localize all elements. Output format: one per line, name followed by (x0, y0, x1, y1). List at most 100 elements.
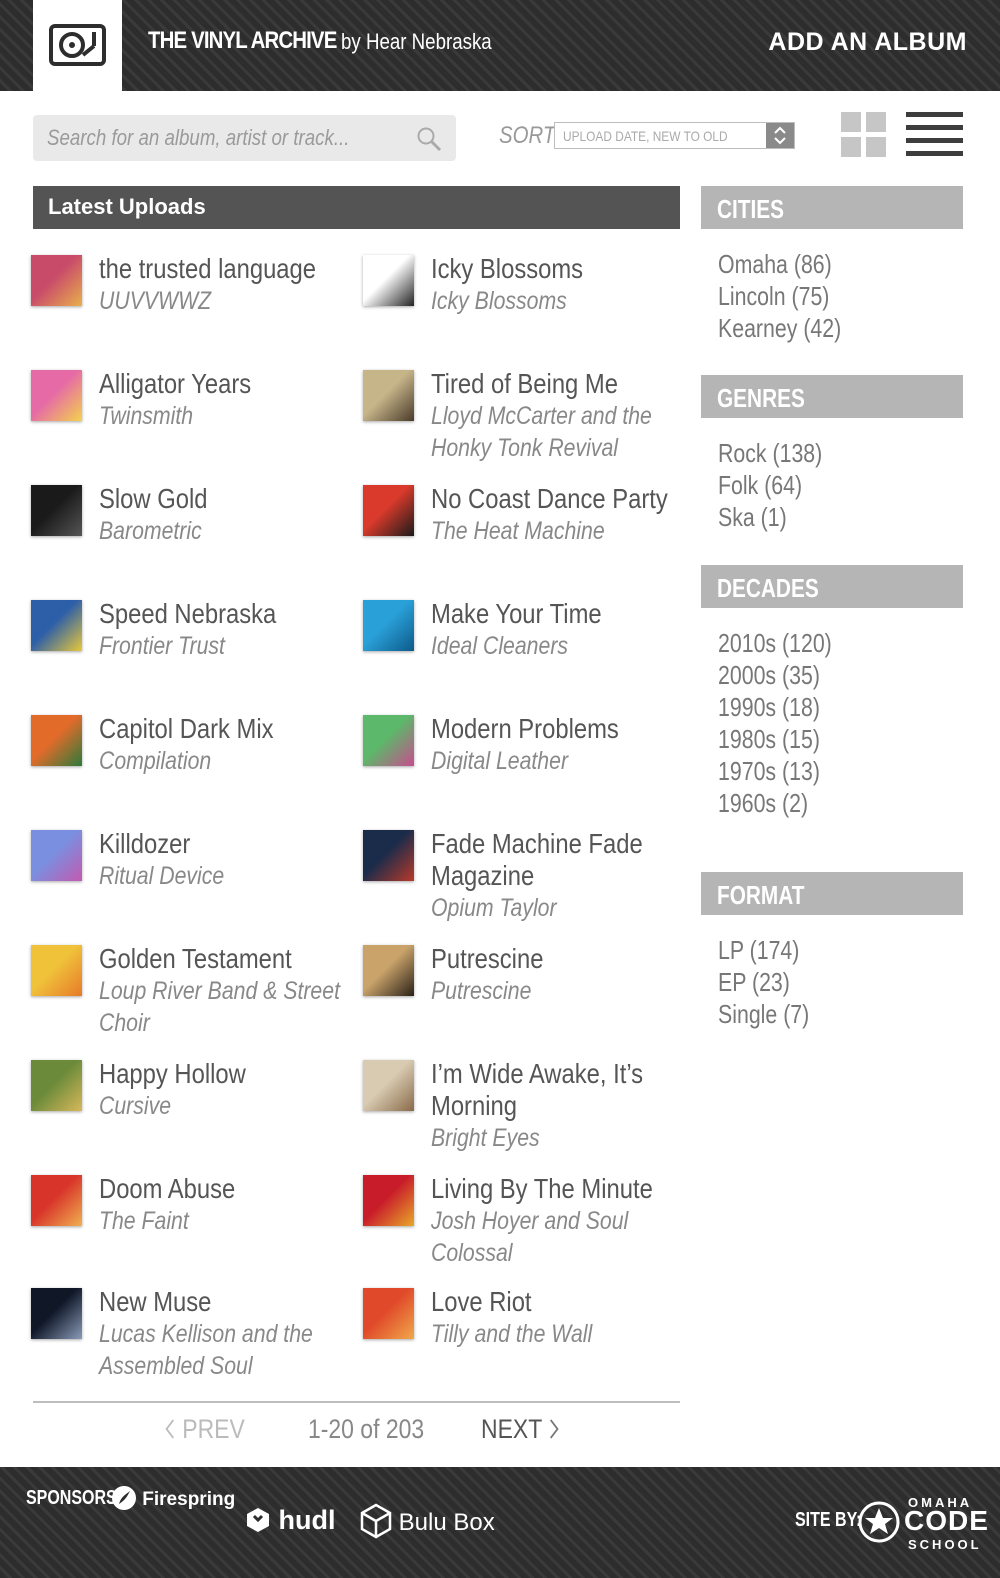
list-view-icon[interactable] (906, 112, 963, 158)
album-title[interactable]: Capitol Dark Mix (99, 713, 346, 745)
album-title[interactable]: Speed Nebraska (99, 598, 346, 630)
album-cover[interactable] (363, 600, 414, 651)
album-title[interactable]: Slow Gold (99, 483, 346, 515)
album-artist[interactable]: UUVVWWZ (99, 285, 346, 317)
album-title[interactable]: Modern Problems (431, 713, 678, 745)
format-item[interactable]: Single (7) (718, 998, 809, 1030)
album-cover[interactable] (363, 255, 414, 306)
add-album-button[interactable]: ADD AN ALBUM (768, 28, 967, 57)
search-input[interactable] (47, 123, 353, 153)
album-title[interactable]: No Coast Dance Party (431, 483, 678, 515)
album-artist[interactable]: Tilly and the Wall (431, 1318, 678, 1350)
album-cover[interactable] (31, 485, 82, 536)
album-artist[interactable]: Cursive (99, 1090, 346, 1122)
album-cover[interactable] (363, 945, 414, 996)
site-header: THE VINYL ARCHIVE by Hear Nebraska ADD A… (0, 0, 1000, 91)
album-title[interactable]: Tired of Being Me (431, 368, 678, 400)
city-item[interactable]: Lincoln (75) (718, 280, 841, 312)
album-cover[interactable] (363, 715, 414, 766)
album-artist[interactable]: Twinsmith (99, 400, 346, 432)
prev-button[interactable]: PREV (164, 1414, 245, 1445)
decade-item[interactable]: 1990s (18) (718, 691, 832, 723)
turntable-logo[interactable] (33, 0, 122, 91)
sort-select[interactable]: UPLOAD DATE, NEW TO OLD (554, 122, 795, 149)
album-artist[interactable]: Ritual Device (99, 860, 346, 892)
format-item[interactable]: LP (174) (718, 934, 809, 966)
album-cover[interactable] (363, 1288, 414, 1339)
album-title[interactable]: the trusted language (99, 253, 346, 285)
album-artist[interactable]: Josh Hoyer and Soul Colossal (431, 1205, 678, 1269)
album-artist[interactable]: The Faint (99, 1205, 346, 1237)
latest-uploads-header: Latest Uploads (33, 186, 680, 229)
album-artist[interactable]: Barometric (99, 515, 346, 547)
decade-item[interactable]: 1980s (15) (718, 723, 832, 755)
decade-item[interactable]: 2010s (120) (718, 627, 832, 659)
genre-item[interactable]: Ska (1) (718, 501, 822, 533)
format-title: FORMAT (717, 880, 805, 910)
turntable-icon (49, 24, 106, 66)
album-artist[interactable]: Digital Leather (431, 745, 678, 777)
site-title[interactable]: THE VINYL ARCHIVE by Hear Nebraska (148, 27, 492, 55)
album-cover[interactable] (31, 945, 82, 996)
album-artist[interactable]: Lloyd McCarter and the Honky Tonk Reviva… (431, 400, 678, 464)
album-artist[interactable]: Bright Eyes (431, 1122, 678, 1154)
decade-item[interactable]: 1960s (2) (718, 787, 832, 819)
album-artist[interactable]: The Heat Machine (431, 515, 678, 547)
city-item[interactable]: Omaha (86) (718, 248, 841, 280)
firespring-logo-icon (112, 1486, 136, 1510)
genre-item[interactable]: Rock (138) (718, 437, 822, 469)
album-cover[interactable] (31, 600, 82, 651)
decade-item[interactable]: 1970s (13) (718, 755, 832, 787)
next-button[interactable]: NEXT (481, 1414, 560, 1445)
album-cover[interactable] (31, 370, 82, 421)
album-cover[interactable] (31, 830, 82, 881)
album-title[interactable]: Golden Testament (99, 943, 346, 975)
decades-title: DECADES (717, 573, 819, 603)
album-artist[interactable]: Compilation (99, 745, 346, 777)
album-title[interactable]: Icky Blossoms (431, 253, 678, 285)
album-cover[interactable] (31, 255, 82, 306)
album-cover[interactable] (363, 830, 414, 881)
album-title[interactable]: Doom Abuse (99, 1173, 346, 1205)
sponsor-hudl[interactable]: hudl (245, 1505, 336, 1536)
album-title[interactable]: Killdozer (99, 828, 346, 860)
star-badge-icon (858, 1501, 900, 1543)
album-artist[interactable]: Icky Blossoms (431, 285, 678, 317)
album-cover[interactable] (363, 1175, 414, 1226)
album-title[interactable]: Happy Hollow (99, 1058, 346, 1090)
bulubox-logo-icon (360, 1503, 392, 1539)
album-cover[interactable] (363, 485, 414, 536)
sponsor-firespring[interactable]: Firespring (111, 1485, 235, 1511)
album-title[interactable]: New Muse (99, 1286, 346, 1318)
album-title[interactable]: I’m Wide Awake, It’s Morning (431, 1058, 678, 1122)
search-icon[interactable] (416, 126, 442, 152)
album-cover[interactable] (31, 715, 82, 766)
album-title[interactable]: Living By The Minute (431, 1173, 678, 1205)
grid-view-icon[interactable] (841, 112, 887, 158)
cities-list: Omaha (86) Lincoln (75) Kearney (42) (718, 248, 868, 344)
album-title[interactable]: Fade Machine Fade Magazine (431, 828, 678, 892)
album-artist[interactable]: Loup River Band & Street Choir (99, 975, 346, 1039)
album-cover[interactable] (31, 1288, 82, 1339)
genre-item[interactable]: Folk (64) (718, 469, 822, 501)
album-artist[interactable]: Frontier Trust (99, 630, 346, 662)
decade-item[interactable]: 2000s (35) (718, 659, 832, 691)
album-artist[interactable]: Opium Taylor (431, 892, 678, 924)
album-cover[interactable] (363, 370, 414, 421)
city-item[interactable]: Kearney (42) (718, 312, 841, 344)
album-cover[interactable] (363, 1060, 414, 1111)
sort-select-value: UPLOAD DATE, NEW TO OLD (563, 128, 728, 144)
album-artist[interactable]: Putrescine (431, 975, 678, 1007)
album-title[interactable]: Make Your Time (431, 598, 678, 630)
album-title[interactable]: Love Riot (431, 1286, 678, 1318)
album-title[interactable]: Alligator Years (99, 368, 346, 400)
sponsor-bulubox[interactable]: Bulu Box (360, 1503, 495, 1539)
album-cover[interactable] (31, 1060, 82, 1111)
format-item[interactable]: EP (23) (718, 966, 809, 998)
album-title[interactable]: Putrescine (431, 943, 678, 975)
site-byline: by Hear Nebraska (341, 29, 492, 54)
album-artist[interactable]: Lucas Kellison and the Assembled Soul (99, 1318, 346, 1382)
site-title-text: THE VINYL ARCHIVE (148, 27, 337, 54)
album-cover[interactable] (31, 1175, 82, 1226)
album-artist[interactable]: Ideal Cleaners (431, 630, 678, 662)
